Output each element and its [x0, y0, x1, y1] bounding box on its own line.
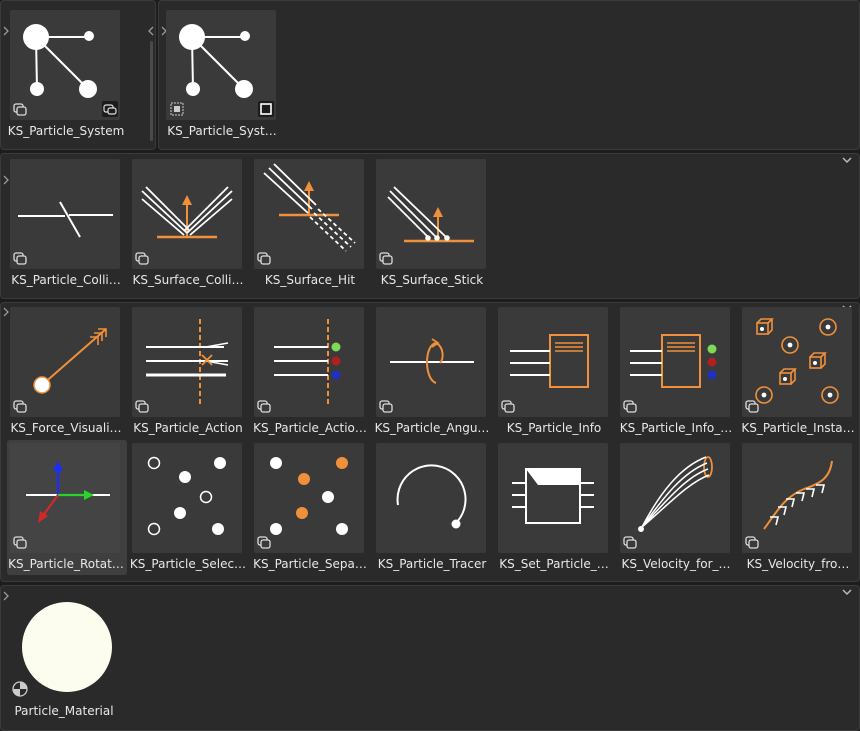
node-group-badge-icon [13, 252, 27, 265]
node-group-badge-icon [13, 536, 27, 549]
node-group-badge-icon [13, 400, 27, 413]
material-badge-icon [12, 681, 28, 697]
asset-thumbnail[interactable] [620, 443, 730, 553]
asset-label: Particle_Material [14, 704, 114, 718]
asset-thumbnail[interactable] [10, 10, 120, 120]
asset-thumbnail[interactable] [620, 307, 730, 417]
asset-thumbnail[interactable] [132, 307, 242, 417]
asset-group-4: Particle_Material [0, 585, 860, 731]
asset-group-1-right: KS_Particle_Syst… [158, 0, 860, 150]
asset-label: KS_Particle_Sepa… [253, 557, 367, 571]
asset-group-1-left: KS_Particle_System [0, 0, 156, 150]
asset-label: KS_Particle_Syst… [167, 124, 277, 138]
link-badge-icon [102, 101, 118, 117]
asset-thumbnail[interactable] [132, 443, 242, 553]
asset-label: KS_Particle_Selec… [129, 557, 247, 571]
asset-label: KS_Particle_Actio… [253, 421, 367, 435]
collapse-chevron-icon[interactable] [841, 155, 853, 165]
scrollbar[interactable] [150, 41, 153, 141]
asset-label: KS_Particle_Info [506, 421, 602, 435]
asset-group-2: KS_Particle_Colli… KS_Surface_Colli… KS_… [0, 153, 860, 299]
asset-label: KS_Surface_Stick [380, 273, 484, 287]
asset-label: KS_Velocity_for_… [621, 557, 731, 571]
asset-label: KS_Particle_Rotat… [8, 557, 124, 571]
collapse-chevron-icon[interactable] [841, 587, 853, 597]
node-group-badge-icon [379, 400, 393, 413]
node-group-badge-icon [257, 252, 271, 265]
node-group-badge-icon [745, 536, 759, 549]
asset-label: KS_Particle_Info_… [619, 421, 733, 435]
expand-arrow-icon[interactable] [2, 26, 10, 36]
node-group-badge-icon [257, 400, 271, 413]
tracer-icon [396, 464, 467, 529]
asset-label: KS_Particle_Action [133, 421, 243, 435]
asset-thumbnail[interactable] [498, 307, 608, 417]
asset-thumbnail[interactable] [132, 159, 242, 269]
node-group-badge-icon [13, 103, 27, 116]
node-group-badge-icon [135, 400, 149, 413]
asset-thumbnail[interactable] [742, 307, 852, 417]
node-group-badge-icon [745, 400, 759, 413]
expand-arrow-icon[interactable] [2, 175, 10, 185]
asset-thumbnail[interactable] [166, 10, 276, 120]
fullscreen-badge-icon [258, 101, 274, 117]
asset-thumbnail[interactable] [376, 159, 486, 269]
asset-label: KS_Velocity_fro… [746, 557, 850, 571]
asset-thumbnail[interactable] [498, 443, 608, 553]
expand-arrow-icon[interactable] [2, 307, 10, 317]
asset-label: KS_Particle_Insta… [741, 421, 855, 435]
asset-label: KS_Force_Visuali… [10, 421, 122, 435]
asset-label: KS_Particle_Angu… [374, 421, 490, 435]
asset-label: KS_Particle_Tracer [377, 557, 487, 571]
node-group-badge-icon [623, 400, 637, 413]
asset-thumbnail[interactable] [10, 307, 120, 417]
asset-group-3: KS_Force_Visuali… KS_Particle_Action KS_… [0, 302, 860, 582]
asset-label: KS_Surface_Hit [264, 273, 356, 287]
node-group-badge-icon [135, 252, 149, 265]
set-particle-icon [512, 468, 594, 524]
select-box-badge-icon [170, 102, 184, 116]
node-group-badge-icon [501, 400, 515, 413]
asset-label: KS_Particle_Colli… [11, 273, 121, 287]
particle-select-icon [147, 456, 226, 536]
asset-label: KS_Surface_Colli… [132, 273, 244, 287]
asset-thumbnail[interactable] [742, 443, 852, 553]
asset-thumbnail[interactable] [254, 159, 364, 269]
asset-thumbnail[interactable] [10, 159, 120, 269]
node-group-badge-icon [257, 536, 271, 549]
asset-thumbnail[interactable] [254, 307, 364, 417]
asset-thumbnail[interactable] [8, 596, 118, 706]
asset-thumbnail[interactable] [10, 443, 120, 553]
asset-thumbnail[interactable] [376, 443, 486, 553]
asset-label: KS_Set_Particle_… [499, 557, 609, 571]
expand-arrow-icon[interactable] [147, 26, 155, 36]
asset-label: KS_Particle_System [7, 124, 125, 138]
asset-thumbnail[interactable] [254, 443, 364, 553]
node-group-badge-icon [623, 536, 637, 549]
node-group-badge-icon [379, 252, 393, 265]
asset-thumbnail[interactable] [376, 307, 486, 417]
